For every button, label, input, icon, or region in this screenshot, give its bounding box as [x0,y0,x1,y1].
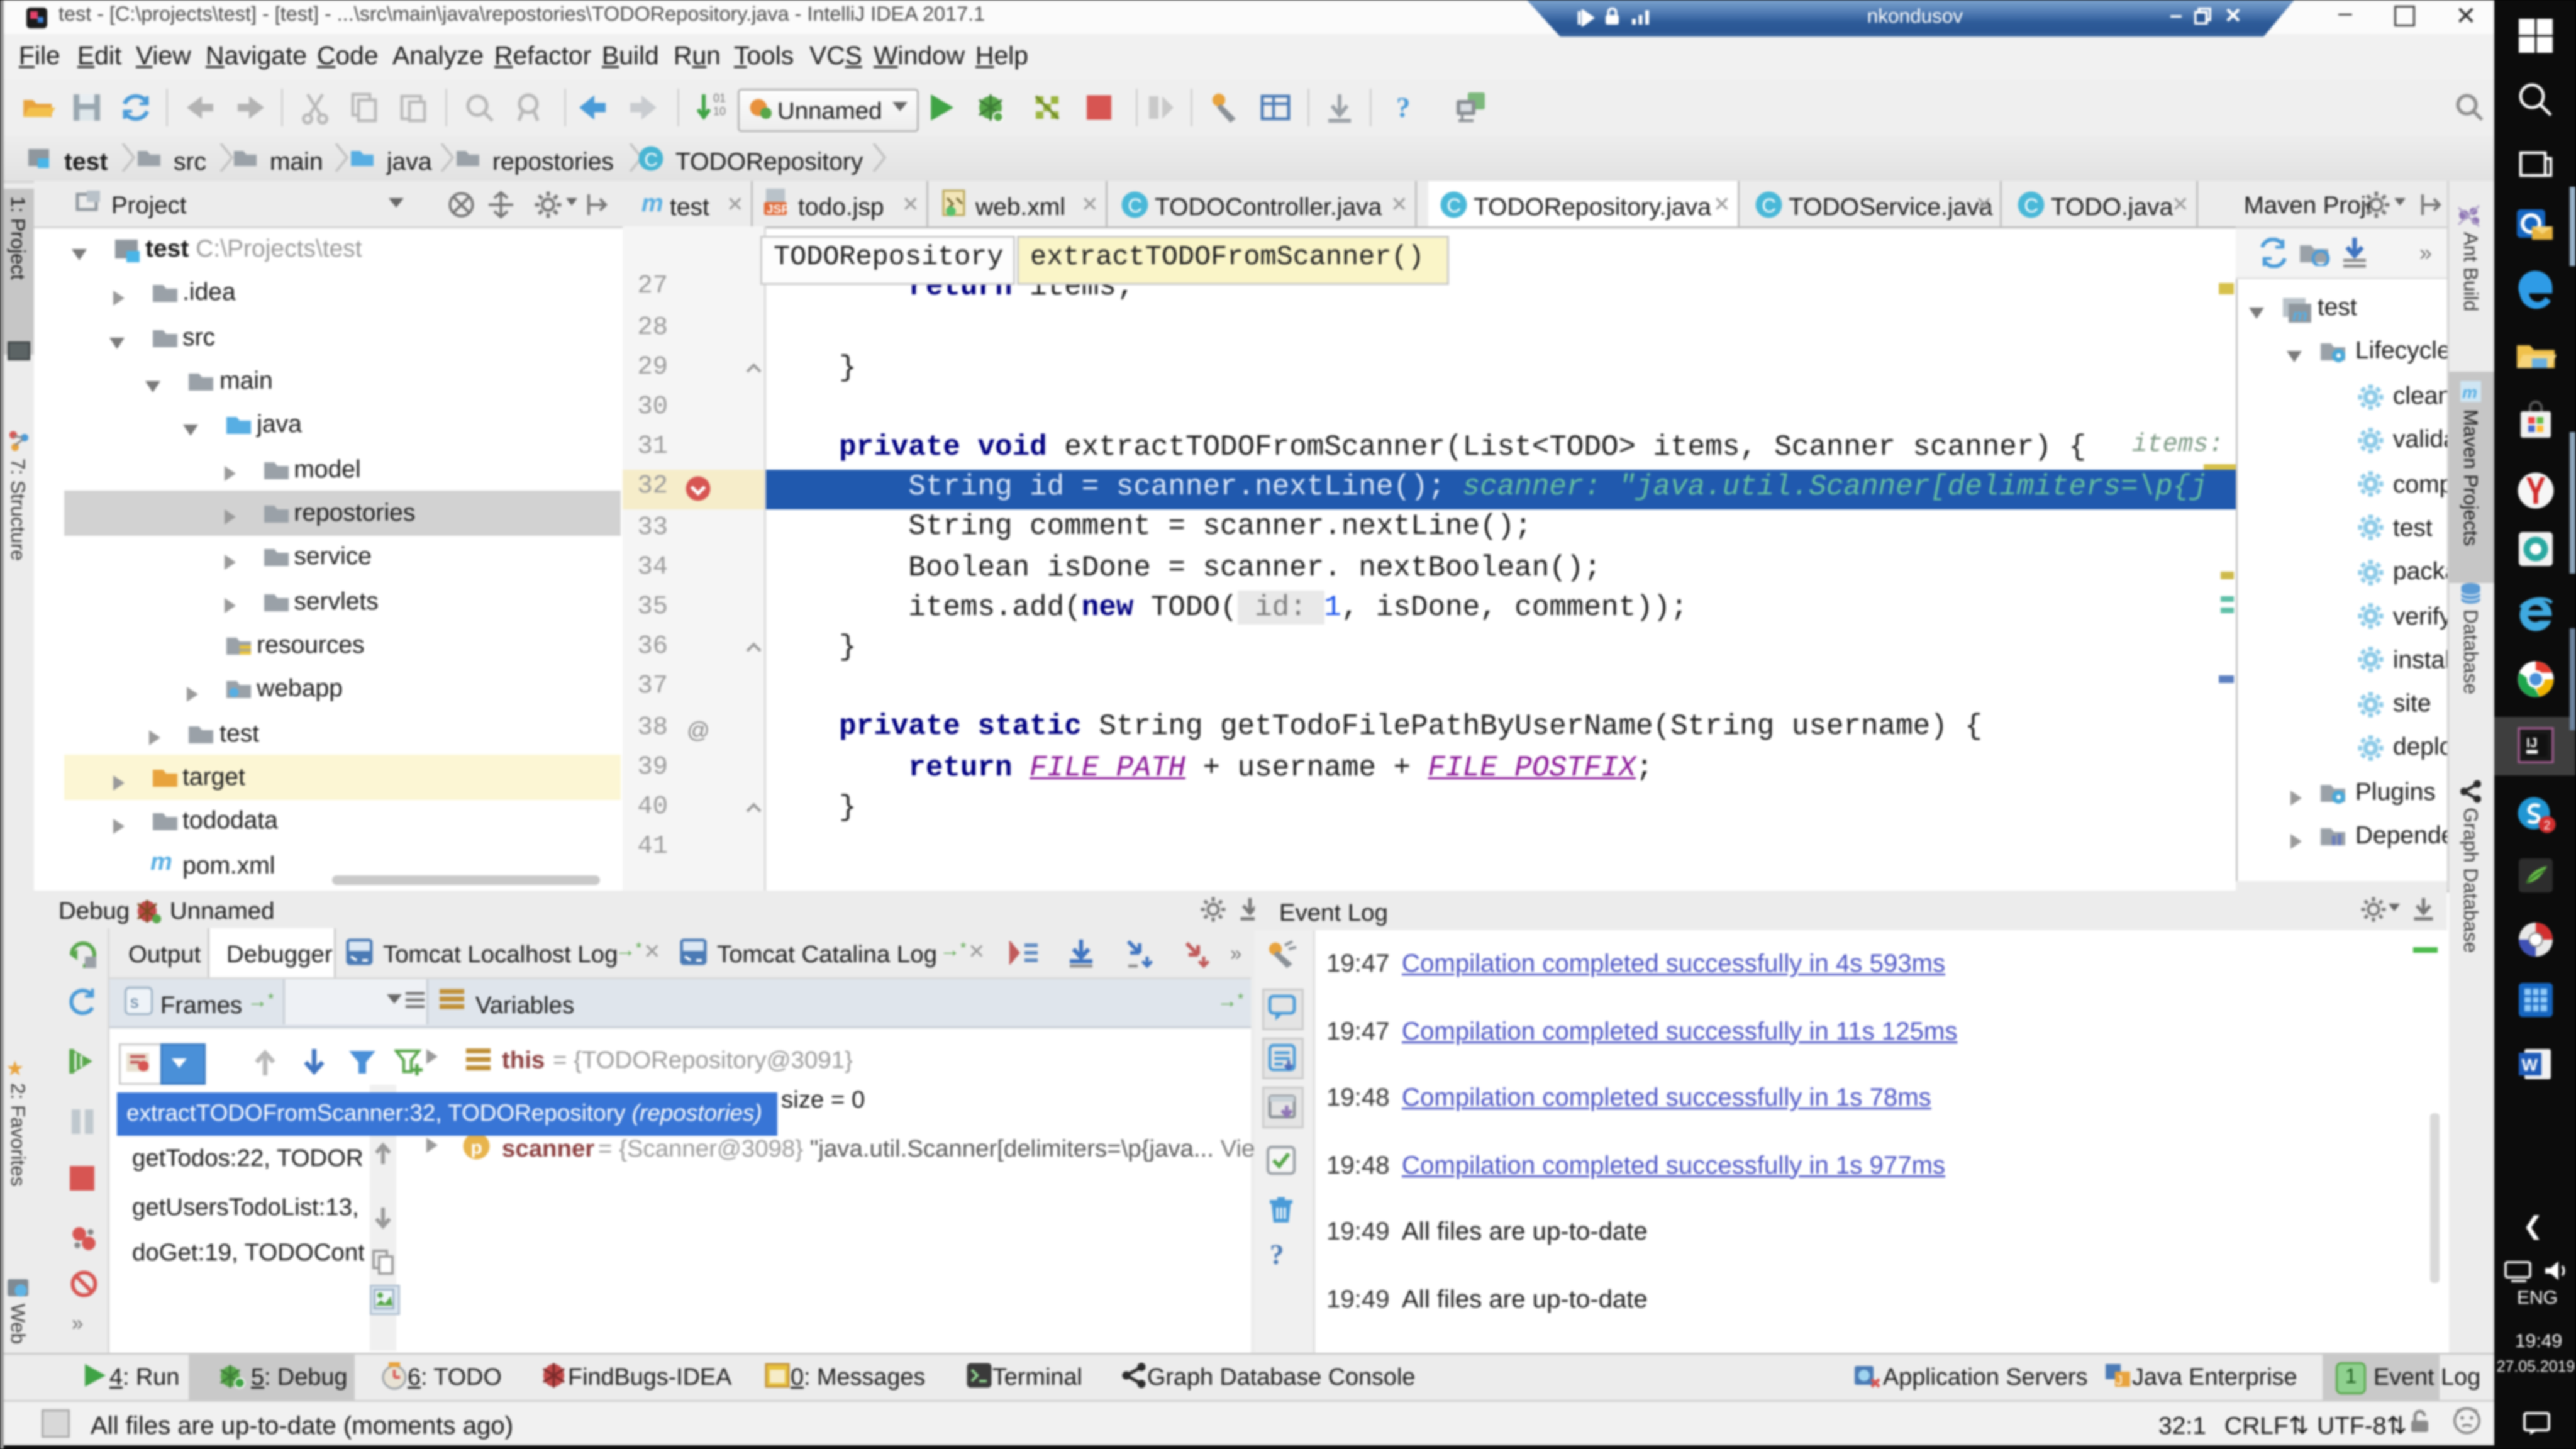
svg-text:10: 10 [713,105,726,118]
svg-text:p: p [471,1138,482,1158]
svg-text:m: m [2293,305,2308,322]
svg-text:IJ: IJ [2526,736,2537,750]
svg-text:?: ? [1396,92,1411,123]
svg-text:C: C [1762,193,1776,216]
svg-text:W: W [2521,1056,2537,1075]
svg-text:JSP: JSP [767,203,789,216]
svg-text:2: 2 [2543,819,2550,833]
svg-text:J: J [2116,1374,2123,1388]
svg-text:C: C [2024,193,2038,216]
svg-text:01: 01 [713,92,726,104]
svg-text:C: C [1128,193,1142,216]
svg-text:C: C [645,150,658,170]
svg-text:m: m [2462,383,2477,402]
svg-text:s: s [130,992,139,1011]
svg-text:C: C [1446,193,1461,216]
